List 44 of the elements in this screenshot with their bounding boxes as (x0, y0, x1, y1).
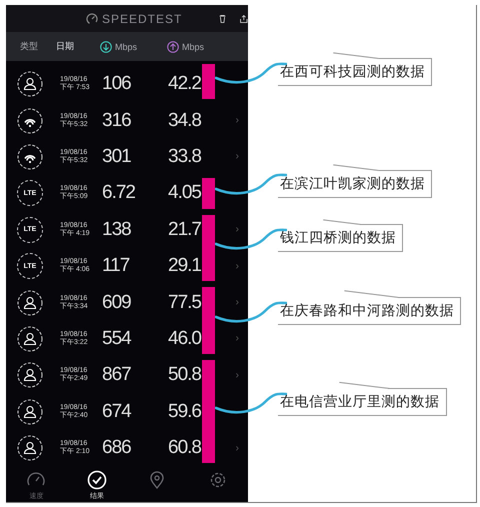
upload-value: 50.8 (168, 364, 202, 386)
download-value: 674 (102, 400, 132, 423)
upload-value: 46.0 (168, 328, 202, 350)
download-value: 316 (102, 110, 132, 132)
upload-value: 29.1 (168, 255, 202, 278)
callout-label: 在庆春路和中河路测的数据 (278, 290, 461, 326)
upload-value: 60.8 (168, 437, 202, 460)
download-value: 554 (102, 328, 132, 350)
upload-value: 21.7 (168, 218, 202, 241)
upload-icon (167, 40, 179, 52)
upload-value: 34.8 (168, 110, 202, 132)
person-icon (17, 326, 43, 352)
download-value: 6.72 (102, 182, 136, 204)
callout-label: 在西可科技园测的数据 (278, 51, 432, 86)
check-circle-icon (86, 469, 108, 492)
callout-label: 钱江四桥测的数据 (278, 217, 403, 252)
download-value: 867 (102, 364, 132, 386)
upload-value: 59.6 (168, 400, 202, 423)
person-icon (17, 71, 43, 98)
column-label[interactable]: 类型 (20, 40, 38, 53)
person-icon (17, 290, 43, 316)
upload-value: 42.2 (168, 73, 202, 96)
person-icon (17, 362, 43, 388)
column-label[interactable]: 日期 (56, 40, 74, 53)
upload-value: 77.5 (168, 292, 202, 314)
app-title: SPEEDTEST (102, 12, 182, 26)
callout-label: 在滨江叶凯家测的数据 (278, 162, 432, 198)
download-value: 138 (102, 218, 132, 241)
person-icon (17, 435, 43, 462)
upload-value: 33.8 (168, 146, 202, 168)
column-label[interactable]: Mbps (182, 42, 204, 52)
download-value: 686 (102, 437, 132, 460)
column-label[interactable]: Mbps (115, 42, 138, 52)
person-icon (17, 398, 43, 425)
callout-label: 在电信营业厅里测的数据 (278, 381, 446, 416)
download-value: 106 (102, 73, 132, 96)
upload-value: 4.05 (168, 182, 202, 204)
wifi-icon (17, 144, 43, 170)
download-value: 117 (102, 255, 130, 278)
download-value: 301 (102, 146, 132, 168)
download-value: 609 (102, 292, 132, 314)
wifi-icon (17, 108, 43, 134)
speedometer-icon (86, 12, 98, 24)
download-icon (100, 40, 112, 52)
